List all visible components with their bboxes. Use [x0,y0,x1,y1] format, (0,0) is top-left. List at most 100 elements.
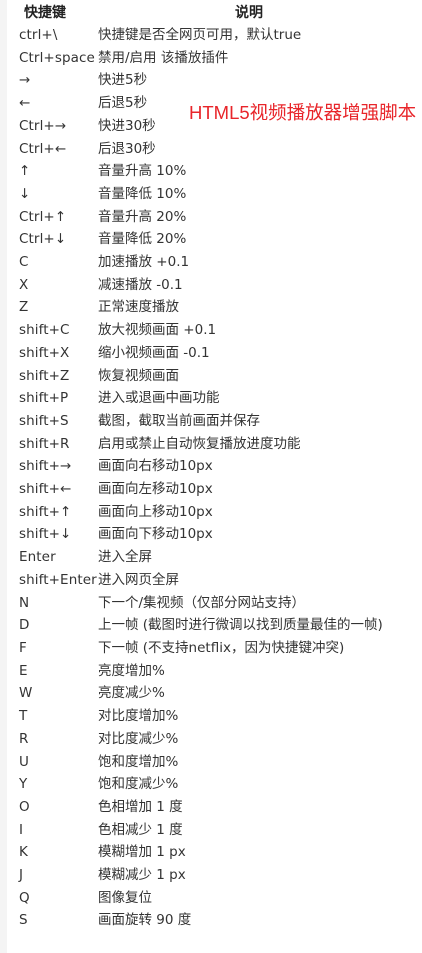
shortcut-key: J [19,867,24,884]
table-row: shift+→ 画面向右移动10px [15,455,419,478]
shortcut-table: 快捷键 说明 ctrl+\ 快捷键是否全网页可用，默认true Ctrl+space… [15,0,419,932]
shortcut-description: 饱和度减少% [98,776,179,793]
table-row: W 亮度减少% [15,682,419,705]
shortcut-description: 下一帧 (不支持netflix，因为快捷键冲突) [98,639,345,656]
table-row: shift+← 画面向左移动10px [15,478,419,501]
table-row: K 模糊增加 1 px [15,841,419,864]
shortcut-key: shift+S [19,412,69,429]
table-row: R 对比度减少% [15,728,419,751]
shortcut-key: S [19,912,28,929]
shortcut-description: 画面旋转 90 度 [98,912,192,929]
shortcut-key: F [19,639,27,656]
shortcut-key: → [19,72,31,89]
table-row: shift+↑ 画面向上移动10px [15,501,419,524]
shortcut-key: shift+↑ [19,503,72,520]
shortcut-description: 正常速度播放 [98,299,179,316]
shortcut-key: Ctrl+→ [19,117,67,134]
shortcut-key: E [19,662,28,679]
shortcut-description: 恢复视频画面 [98,367,179,384]
table-row: N 下一个/集视频（仅部分网站支持） [15,592,419,615]
table-row: Z 正常速度播放 [15,296,419,319]
table-row: shift+Enter 进入网页全屏 [15,569,419,592]
shortcut-description: 饱和度增加% [98,753,179,770]
table-row: shift+X 缩小视频画面 -0.1 [15,342,419,365]
table-row: Y 饱和度减少% [15,773,419,796]
shortcut-description: 后退30秒 [98,140,156,157]
shortcut-description: 启用或禁止自动恢复播放进度功能 [98,435,301,452]
shortcut-description: 快进5秒 [98,72,148,89]
shortcut-key: Q [19,889,30,906]
shortcut-key: Ctrl+← [19,140,67,157]
table-row: J 模糊减少 1 px [15,864,419,887]
shortcut-key: shift+R [19,435,70,452]
shortcut-key: ctrl+\ [19,27,58,43]
header-description: 说明 [235,5,263,21]
header-shortcut-key: 快捷键 [24,5,66,21]
table-row: Ctrl+↓ 音量降低 20% [15,228,419,251]
shortcut-description: 放大视频画面 +0.1 [98,322,217,339]
table-row: I 色相减少 1 度 [15,819,419,842]
shortcut-key: C [19,254,29,271]
shortcut-key: shift+← [19,481,72,498]
shortcut-description: 音量降低 10% [98,185,187,202]
shortcut-description: 图像复位 [98,889,152,906]
table-row: F 下一帧 (不支持netflix，因为快捷键冲突) [15,637,419,660]
table-row: → 快进5秒 [15,69,419,92]
shortcut-key: shift+C [19,322,70,339]
table-row: O 色相增加 1 度 [15,796,419,819]
shortcut-key: ↑ [19,163,31,180]
shortcut-description: 亮度减少% [98,685,165,702]
shortcut-description: 禁用/启用 该播放插件 [98,49,229,66]
overlay-title: HTML5视频播放器增强脚本 [189,102,417,123]
table-row: Ctrl+← 后退30秒 [15,138,419,161]
table-row: shift+P 进入或退画中画功能 [15,387,419,410]
shortcut-description: 对比度减少% [98,730,179,747]
shortcut-key: shift+P [19,390,69,407]
shortcut-description: 模糊增加 1 px [98,844,186,861]
shortcut-key: N [19,594,30,611]
shortcut-key: I [19,821,24,838]
shortcut-description: 模糊减少 1 px [98,867,186,884]
shortcut-key: R [19,730,29,747]
shortcut-key: shift+→ [19,458,72,475]
table-row: ↓ 音量降低 10% [15,183,419,206]
shortcut-key: shift+↓ [19,526,72,543]
shortcut-description: 缩小视频画面 -0.1 [98,344,210,361]
table-row: Q 图像复位 [15,887,419,910]
table-row: shift+R 启用或禁止自动恢复播放进度功能 [15,433,419,456]
shortcut-table-body: ctrl+\ 快捷键是否全网页可用，默认true Ctrl+space 禁用/启用 该… [15,24,419,932]
shortcut-key: shift+Z [19,367,70,384]
table-header-row: 快捷键 说明 [15,0,419,24]
shortcut-description: 画面向右移动10px [98,458,213,475]
table-row: shift+C 放大视频画面 +0.1 [15,319,419,342]
shortcut-description: 截图，截取当前画面并保存 [98,412,260,429]
shortcut-description: 下一个/集视频（仅部分网站支持） [98,594,306,611]
shortcut-key: X [19,276,29,293]
shortcut-key: shift+Enter [19,571,97,588]
shortcut-description: 画面向下移动10px [98,526,213,543]
shortcut-description: 进入网页全屏 [98,571,179,588]
shortcut-key: Y [19,776,28,793]
shortcut-description: 色相减少 1 度 [98,821,183,838]
shortcut-description: 画面向左移动10px [98,481,213,498]
table-row: U 饱和度增加% [15,751,419,774]
table-row: shift+↓ 画面向下移动10px [15,523,419,546]
shortcut-key: U [19,753,29,770]
table-row: X 减速播放 -0.1 [15,274,419,297]
table-row: Ctrl+↑ 音量升高 20% [15,206,419,229]
shortcut-description: 减速播放 -0.1 [98,276,183,293]
table-row: shift+S 截图，截取当前画面并保存 [15,410,419,433]
shortcut-key: K [19,844,28,861]
shortcut-key: D [19,617,30,634]
shortcut-key: ← [19,95,31,112]
shortcut-description: 进入或退画中画功能 [98,390,220,407]
table-row: S 画面旋转 90 度 [15,909,419,932]
shortcut-description: 音量升高 10% [98,163,187,180]
shortcut-key: Ctrl+↓ [19,231,67,248]
table-row: T 对比度增加% [15,705,419,728]
shortcut-description: 音量升高 20% [98,208,187,225]
shortcut-key: Enter [19,549,56,566]
shortcut-key: ↓ [19,185,31,202]
table-row: ↑ 音量升高 10% [15,160,419,183]
document-page: 快捷键 说明 ctrl+\ 快捷键是否全网页可用，默认true Ctrl+space… [0,0,422,953]
